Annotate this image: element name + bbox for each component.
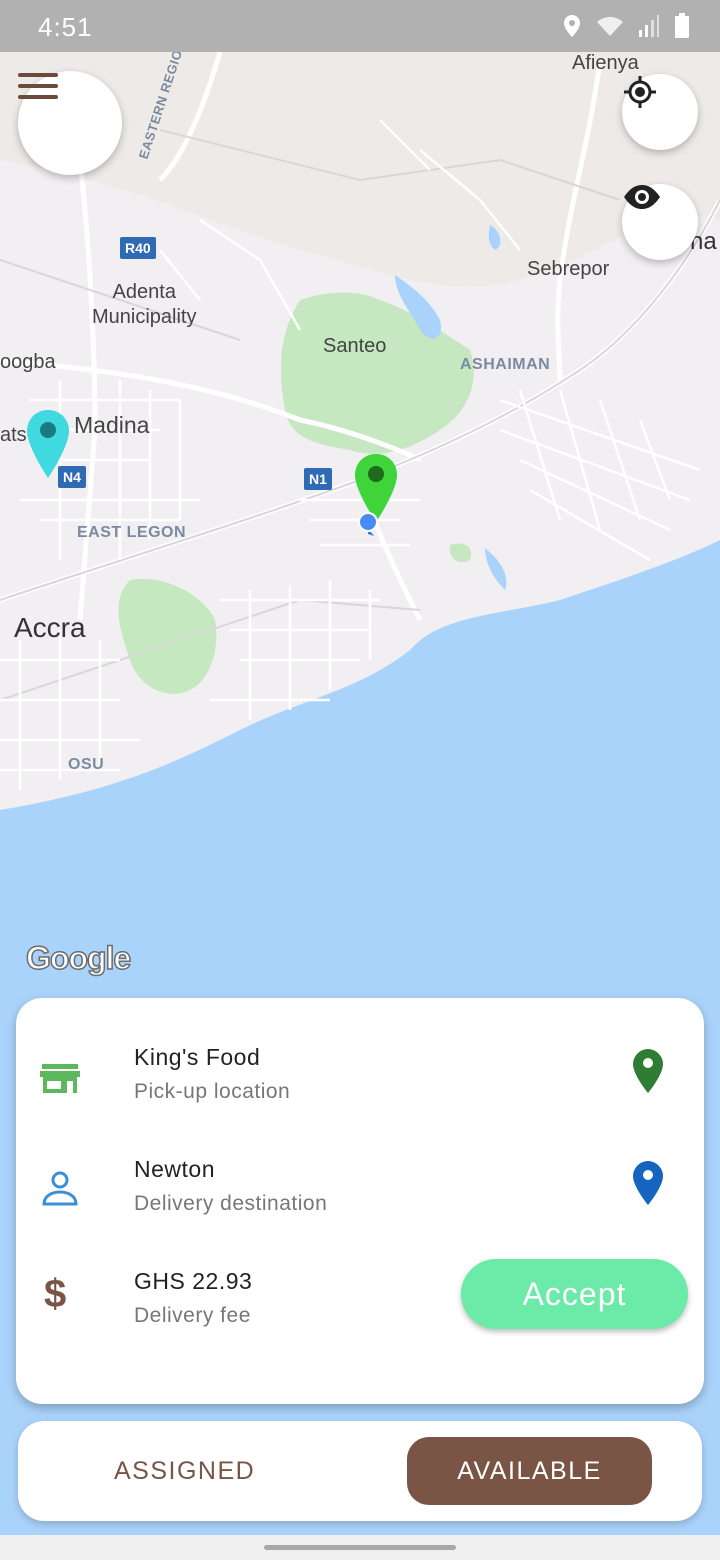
pickup-name: King's Food [134, 1044, 261, 1070]
map-label-madina: Madina [74, 412, 150, 438]
signal-icon [639, 15, 659, 37]
destination-pin-icon[interactable] [632, 1160, 664, 1206]
visibility-button[interactable] [622, 184, 698, 260]
map-label-oogba: oogba [0, 351, 56, 373]
hamburger-menu-icon [18, 73, 58, 99]
google-logo: Google [25, 939, 132, 977]
map-label-adenta: Adenta Municipality [92, 281, 197, 328]
cyan-marker-icon[interactable] [25, 408, 71, 480]
navigation-bar [0, 1535, 720, 1560]
wifi-icon [597, 16, 623, 36]
route-shield-n1: N1 [304, 468, 332, 490]
eye-icon [624, 185, 660, 209]
map-label-afienya: Afienya [572, 52, 639, 74]
pickup-pin-icon[interactable] [632, 1048, 664, 1094]
order-card: King's Food Pick-up location Newton Deli… [16, 998, 704, 1404]
map-label-sebrepor: Sebrepor [527, 258, 610, 280]
pickup-label: Pick-up location [134, 1080, 291, 1103]
menu-button[interactable] [18, 71, 122, 175]
destination-row: Newton Delivery destination [16, 1150, 704, 1240]
status-bar: 4:51 [0, 0, 720, 52]
route-shield-r40: R40 [120, 237, 156, 259]
battery-icon [675, 13, 689, 38]
pickup-row: King's Food Pick-up location [16, 1038, 704, 1128]
tab-available[interactable]: AVAILABLE [407, 1437, 652, 1505]
map-label-osu: OSU [68, 756, 105, 773]
tab-assigned[interactable]: ASSIGNED [114, 1457, 255, 1486]
map-label-ashaiman: ASHAIMAN [460, 356, 551, 373]
store-icon [40, 1064, 80, 1093]
person-icon [42, 1171, 78, 1206]
home-handle[interactable] [264, 1545, 456, 1550]
order-tabs: ASSIGNED AVAILABLE [18, 1421, 702, 1521]
map-label-accra: Accra [14, 612, 86, 643]
status-icons [562, 13, 690, 39]
map-label-santeo: Santeo [323, 335, 387, 357]
current-location-icon [358, 512, 378, 536]
location-icon [564, 15, 580, 37]
my-location-button[interactable] [622, 74, 698, 150]
map-label-ats: ats [0, 424, 27, 446]
fee-label: Delivery fee [134, 1304, 251, 1327]
map-label-east-legon: EAST LEGON [77, 524, 187, 541]
fee-amount: GHS 22.93 [134, 1268, 253, 1294]
accept-button[interactable]: Accept [461, 1259, 688, 1329]
crosshair-icon [624, 76, 656, 108]
destination-name: Newton [134, 1156, 215, 1182]
destination-label: Delivery destination [134, 1192, 328, 1215]
dollar-icon: $ [44, 1272, 67, 1316]
status-time: 4:51 [38, 12, 93, 42]
